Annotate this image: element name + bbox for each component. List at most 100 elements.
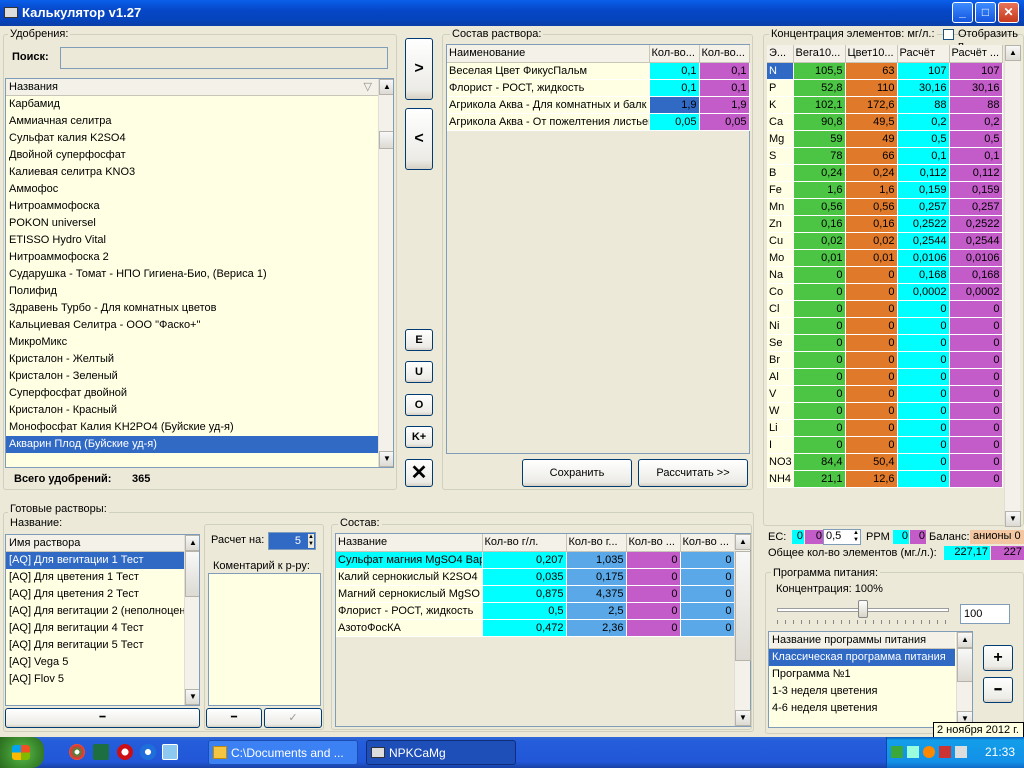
calc2-cell[interactable]: 0 (949, 334, 1003, 352)
comp-qty-g-cell[interactable]: 4,375 (566, 585, 627, 603)
calc-cell[interactable]: 0,5 (897, 130, 950, 148)
calc2-cell[interactable]: 0 (949, 368, 1003, 386)
calc2-cell[interactable]: 30,16 (949, 79, 1003, 97)
show-checkbox[interactable] (943, 29, 954, 40)
calc-cell[interactable]: 0 (897, 351, 950, 369)
solution-qty1-cell[interactable]: 0,1 (649, 62, 700, 80)
concentration-row[interactable]: Fe 1,6 1,6 0,159 0,159 (767, 181, 1003, 199)
fertilizer-item[interactable]: Сударушка - Томат - НПО Гигиена-Био, (Ве… (6, 266, 378, 283)
fertilizer-item[interactable]: Монофосфат Калия KH2PO4 (Буйские уд-я) (6, 419, 378, 436)
vega-cell[interactable]: 0,02 (793, 232, 846, 250)
fertilizer-item[interactable]: Карбамид (6, 96, 378, 113)
concentration-row[interactable]: S 78 66 0,1 0,1 (767, 147, 1003, 165)
comp-qty3-cell[interactable]: 0 (626, 551, 681, 569)
calc2-cell[interactable]: 0,1 (949, 147, 1003, 165)
calc-cell[interactable]: 0,1 (897, 147, 950, 165)
calc-cell[interactable]: 88 (897, 96, 950, 114)
opera-icon[interactable] (117, 744, 133, 760)
solution-qty2-cell[interactable]: 0,1 (699, 62, 750, 80)
calc-cell[interactable]: 0 (897, 453, 950, 471)
clock[interactable]: 21:33 (985, 745, 1015, 759)
ready-solution-item[interactable]: [AQ] Для вегитации 2 (неполноцен (6, 603, 184, 620)
fertilizer-item[interactable]: Кристалон - Красный (6, 402, 378, 419)
ready-scroll-up-icon[interactable]: ▲ (185, 535, 199, 551)
solution-qty2-cell[interactable]: 1,9 (699, 96, 750, 114)
program-scrollbar[interactable]: ▲ ▼ (956, 632, 972, 727)
cvet-cell[interactable]: 0 (845, 334, 898, 352)
cvet-cell[interactable]: 0 (845, 300, 898, 318)
comp-qty4-cell[interactable]: 0 (680, 568, 735, 586)
calc-cell[interactable]: 0 (897, 419, 950, 437)
concentration-row[interactable]: P 52,8 110 30,16 30,16 (767, 79, 1003, 97)
element-cell[interactable]: I (767, 436, 794, 454)
comp-name-cell[interactable]: Флорист - РОСТ, жидкость (336, 602, 483, 620)
vega-cell[interactable]: 1,6 (793, 181, 846, 199)
e-button[interactable]: E (405, 329, 433, 351)
program-slider[interactable] (773, 598, 953, 624)
ready-column-header[interactable]: Имя раствора (6, 535, 184, 552)
fertilizer-item[interactable]: МикроМикс (6, 334, 378, 351)
calc-cell[interactable]: 0 (897, 402, 950, 420)
comp-qty-g-cell[interactable]: 2,36 (566, 619, 627, 637)
minimize-button[interactable]: _ (952, 2, 973, 23)
cvet-cell[interactable]: 1,6 (845, 181, 898, 199)
element-cell[interactable]: Mg (767, 130, 794, 148)
comp-header-qty4[interactable]: Кол-во ... (680, 534, 735, 552)
concentration-scrollbar[interactable]: ▲ ▼ (1004, 45, 1021, 527)
comp-qty-gl-cell[interactable]: 0,5 (482, 602, 567, 620)
vega-cell[interactable]: 0 (793, 300, 846, 318)
calc2-cell[interactable]: 0,168 (949, 266, 1003, 284)
solution-row[interactable]: Флорист - РОСТ, жидкость 0,1 0,1 (447, 79, 750, 97)
fertilizer-item[interactable]: Здравень Турбо - Для комнатных цветов (6, 300, 378, 317)
calc2-cell[interactable]: 0 (949, 470, 1003, 488)
cvet-cell[interactable]: 49,5 (845, 113, 898, 131)
ready-solution-item[interactable]: [AQ] Vega 5 (6, 654, 184, 671)
cvet-cell[interactable]: 0 (845, 283, 898, 301)
comp-qty4-cell[interactable]: 0 (680, 602, 735, 620)
element-cell[interactable]: K (767, 96, 794, 114)
comp-qty-gl-cell[interactable]: 0,035 (482, 568, 567, 586)
calc-cell[interactable]: 0 (897, 368, 950, 386)
comment-remove-button[interactable]: ━ (206, 708, 262, 728)
comp-header-name[interactable]: Название (336, 534, 483, 552)
clear-icon[interactable]: ✕ (405, 459, 433, 487)
fertilizer-item[interactable]: Полифид (6, 283, 378, 300)
concentration-row[interactable]: Al 0 0 0 0 (767, 368, 1003, 386)
element-cell[interactable]: NH4 (767, 470, 794, 488)
solution-name-cell[interactable]: Флорист - РОСТ, жидкость (447, 79, 650, 97)
solution-name-cell[interactable]: Агрикола Аква - Для комнатных и балк (447, 96, 650, 114)
vega-cell[interactable]: 0,16 (793, 215, 846, 233)
calc2-cell[interactable]: 0 (949, 436, 1003, 454)
fertilizers-column-header[interactable]: Названия ▽ (6, 79, 378, 96)
composition-row[interactable]: Магний сернокислый MgSO 0,875 4,375 0 0 (336, 585, 735, 603)
comp-qty-g-cell[interactable]: 1,035 (566, 551, 627, 569)
cvet-cell[interactable]: 0,16 (845, 215, 898, 233)
concentration-row[interactable]: Mg 59 49 0,5 0,5 (767, 130, 1003, 148)
element-cell[interactable]: S (767, 147, 794, 165)
ec-spinner[interactable]: 0,5 ▲ ▼ (823, 529, 861, 545)
calc2-cell[interactable]: 0 (949, 419, 1003, 437)
close-button[interactable]: ✕ (998, 2, 1019, 23)
cvet-cell[interactable]: 172,6 (845, 96, 898, 114)
program-item[interactable]: 1-3 неделя цветения (769, 683, 955, 700)
vega-cell[interactable]: 0 (793, 283, 846, 301)
vega-cell[interactable]: 59 (793, 130, 846, 148)
vega-cell[interactable]: 0 (793, 334, 846, 352)
calc-cell[interactable]: 0 (897, 470, 950, 488)
cvet-cell[interactable]: 66 (845, 147, 898, 165)
program-conc-input[interactable]: 100 (960, 604, 1010, 624)
vega-cell[interactable]: 0,01 (793, 249, 846, 267)
program-item[interactable]: Программа №1 (769, 666, 955, 683)
cvet-cell[interactable]: 0,24 (845, 164, 898, 182)
search-input[interactable] (60, 47, 388, 69)
concentration-row[interactable]: Zn 0,16 0,16 0,2522 0,2522 (767, 215, 1003, 233)
calc-cell[interactable]: 0 (897, 317, 950, 335)
vega-cell[interactable]: 90,8 (793, 113, 846, 131)
ready-solution-item[interactable]: [AQ] Для цветения 2 Тест (6, 586, 184, 603)
comp-scroll-thumb[interactable] (735, 551, 751, 661)
concentration-row[interactable]: Ca 90,8 49,5 0,2 0,2 (767, 113, 1003, 131)
concentration-row[interactable]: Ni 0 0 0 0 (767, 317, 1003, 335)
calc-cell[interactable]: 107 (897, 62, 950, 80)
vega-cell[interactable]: 0 (793, 368, 846, 386)
solution-header-qty2[interactable]: Кол-во... (699, 45, 750, 63)
